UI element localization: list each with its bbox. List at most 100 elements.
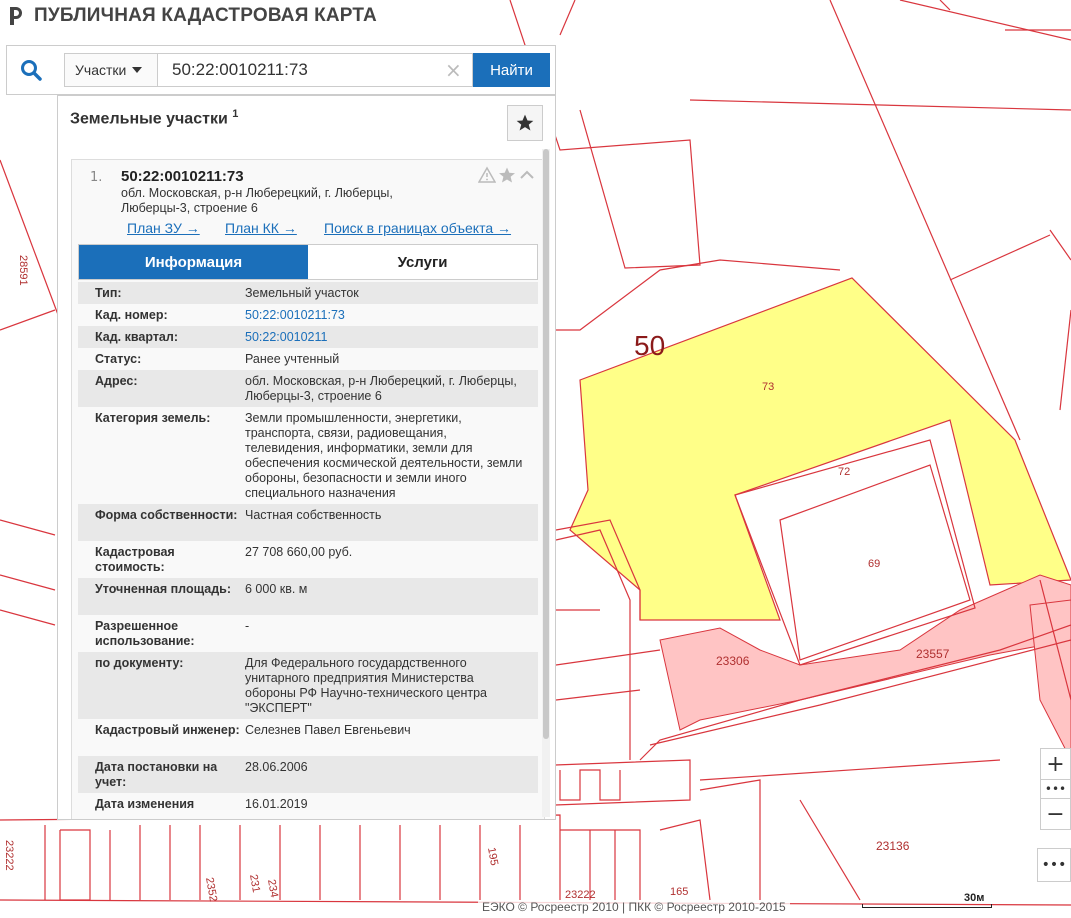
result-number: 1. (90, 170, 103, 185)
table-row: Дата изменения 16.01.2019 (78, 793, 538, 815)
warning-icon[interactable] (478, 166, 496, 184)
result-links: План ЗУ → План КК → Поиск в границах объ… (72, 220, 546, 240)
svg-text:72: 72 (838, 466, 850, 478)
zoom-slider[interactable]: ••• (1040, 780, 1071, 798)
result-cadastral-number[interactable]: 50:22:0010211:73 (121, 168, 244, 185)
row-label: Дата постановки на учет: (95, 760, 218, 789)
row-value: - (245, 619, 250, 633)
svg-text:165: 165 (670, 886, 688, 898)
table-row: Кад. номер: 50:22:0010211:73 (78, 304, 538, 326)
row-label: Тип: (95, 286, 122, 300)
result-card: 1. 50:22:0010211:73 обл. Московская, р-н… (71, 159, 546, 819)
table-row: Уточненная площадь: 6 000 кв. м (78, 578, 538, 615)
info-tabs: Информация Услуги (78, 244, 538, 280)
row-value: Для Федерального государдственного унита… (245, 656, 488, 715)
search-bar: Участки × Найти (6, 45, 556, 95)
svg-text:23557: 23557 (916, 647, 950, 661)
more-options-button[interactable]: ••• (1037, 848, 1071, 882)
chevron-up-icon[interactable] (518, 166, 536, 184)
table-row: Статус: Ранее учтенный (78, 348, 538, 370)
zoom-in-button[interactable]: + (1040, 748, 1071, 780)
table-row: Адрес: обл. Московская, р-н Люберецкий, г… (78, 370, 538, 407)
favorites-button[interactable] (507, 105, 543, 141)
panel-title-text: Земельные участки (70, 110, 228, 128)
plan-kk-link[interactable]: План КК → (225, 220, 297, 236)
svg-text:23306: 23306 (716, 654, 750, 668)
row-label: по документу: (95, 656, 184, 670)
row-label: Разрешенное использование: (95, 619, 195, 648)
row-value[interactable]: 50:22:0010211:73 (245, 308, 525, 323)
result-address: обл. Московская, р-н Люберецкий, г. Любе… (121, 186, 451, 216)
card-actions (478, 166, 536, 184)
app-title: ПУБЛИЧНАЯ КАДАСТРОВАЯ КАРТА (34, 5, 377, 26)
search-type-label: Участки (75, 62, 127, 78)
map-attribution: ЕЭКО © Росреестр 2010 | ПКК © Росреестр … (478, 900, 790, 914)
row-label: Статус: (95, 352, 142, 366)
search-input[interactable] (158, 53, 473, 87)
row-value: 27 708 660,00 руб. (245, 545, 353, 559)
svg-text:231: 231 (247, 873, 262, 893)
tab-info[interactable]: Информация (79, 245, 308, 279)
row-value: Земли промышленности, энергетики, трансп… (245, 411, 523, 500)
star-icon[interactable] (498, 166, 516, 184)
search-type-select[interactable]: Участки (64, 53, 158, 87)
scale-bar (862, 904, 992, 908)
row-label: Кадастровый инженер: (95, 723, 240, 737)
zoom-controls: + ••• − (1040, 748, 1071, 830)
chevron-down-icon (132, 67, 143, 73)
svg-text:234: 234 (265, 878, 280, 898)
table-row: Кадастровая стоимость: 27 708 660,00 руб. (78, 541, 538, 578)
table-row: Дата постановки на учет: 28.06.2006 (78, 756, 538, 793)
scale-label: 30м (964, 892, 985, 904)
row-label: Уточненная площадь: (95, 582, 232, 596)
region-label: 50 (634, 330, 665, 361)
row-value: Частная собственность (245, 508, 382, 522)
svg-text:23136: 23136 (876, 839, 910, 853)
rosreestr-logo-icon (10, 7, 22, 25)
table-row: Кадастровый инженер: Селезнев Павел Евген… (78, 719, 538, 756)
row-value[interactable]: 50:22:0010211 (245, 330, 525, 345)
zoom-out-button[interactable]: − (1040, 798, 1071, 830)
row-value: Ранее учтенный (245, 352, 340, 366)
row-value: 16.01.2019 (245, 797, 308, 811)
svg-text:69: 69 (868, 558, 880, 570)
row-value: обл. Московская, р-н Люберецкий, г. Любе… (245, 374, 517, 403)
map-scale: 30м (862, 892, 992, 912)
row-label: Форма собственности: (95, 508, 238, 522)
star-icon (516, 114, 534, 131)
plan-zu-link[interactable]: План ЗУ → (127, 220, 200, 236)
row-value: Земельный участок (245, 286, 359, 300)
search-icon[interactable] (19, 58, 43, 82)
row-value: Селезнев Павел Евгеньевич (245, 723, 411, 737)
svg-text:28591: 28591 (17, 255, 29, 286)
row-label: Кад. номер: (95, 308, 168, 322)
table-row: по документу: Для Федерального государдст… (78, 652, 538, 719)
svg-text:73: 73 (762, 381, 774, 393)
panel-scrollbar[interactable] (542, 149, 550, 817)
table-row: Разрешенное использование: - (78, 615, 538, 652)
result-address-line2: Люберцы-3, строение 6 (121, 201, 258, 215)
row-label: Дата изменения (95, 797, 195, 811)
results-panel: Земельные участки 1 1. 50:22:0010211:73 … (57, 95, 556, 820)
svg-text:2352: 2352 (203, 876, 219, 902)
row-value: 28.06.2006 (245, 760, 308, 774)
scrollbar-thumb[interactable] (543, 149, 549, 739)
panel-title: Земельные участки 1 (70, 108, 238, 128)
clear-icon[interactable]: × (445, 58, 462, 82)
svg-text:195: 195 (485, 846, 500, 866)
table-row: Категория земель: Земли промышленности, э… (78, 407, 538, 504)
result-address-line1: обл. Московская, р-н Люберецкий, г. Любе… (121, 186, 393, 200)
table-row: Тип: Земельный участок (78, 282, 538, 304)
search-bounds-link[interactable]: Поиск в границах объекта → (324, 220, 511, 236)
tab-services[interactable]: Услуги (308, 245, 537, 279)
row-label: Кадастровая стоимость: (95, 545, 175, 574)
row-value: 6 000 кв. м (245, 582, 308, 596)
app-header: ПУБЛИЧНАЯ КАДАСТРОВАЯ КАРТА (0, 0, 377, 32)
table-row: Форма собственности: Частная собственност… (78, 504, 538, 541)
table-row: Кад. квартал: 50:22:0010211 (78, 326, 538, 348)
row-label: Адрес: (95, 374, 138, 388)
row-label: Категория земель: (95, 411, 211, 425)
row-label: Кад. квартал: (95, 330, 178, 344)
find-button[interactable]: Найти (473, 53, 550, 87)
result-count: 1 (232, 108, 239, 120)
